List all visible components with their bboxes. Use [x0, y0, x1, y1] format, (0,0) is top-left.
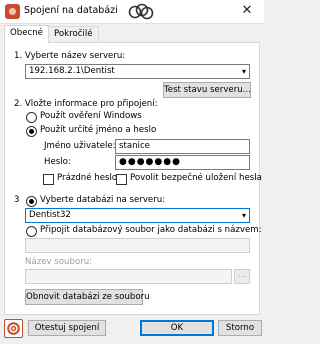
password-label: Heslo: — [44, 157, 71, 167]
server-step-label: 1. Vyberte název serveru: — [14, 51, 126, 61]
ok-button[interactable]: OK — [140, 320, 214, 336]
login-step-label: 2. Vložte informace pro připojení: — [14, 99, 158, 109]
server-combo[interactable]: 192.168.2.1\Dentist ▾ — [25, 64, 250, 79]
username-value: stanice — [119, 141, 150, 151]
radio-windows-auth-label: Použít ověření Windows — [40, 111, 142, 121]
tab-panel-general: 1. Vyberte název serveru: 192.168.2.1\De… — [4, 42, 262, 315]
save-password-checkbox[interactable] — [116, 174, 127, 185]
radio-password-auth[interactable] — [26, 126, 37, 137]
title-bar: Spojení na databázi ✕ — [0, 0, 264, 24]
radio-windows-auth[interactable] — [26, 112, 37, 123]
password-mask: ●●●●●●● — [119, 157, 181, 167]
radio-server-database[interactable] — [26, 196, 37, 207]
radio-attach-file[interactable] — [26, 226, 37, 237]
tab-advanced[interactable]: Pokročilé — [48, 26, 99, 42]
test-server-button[interactable]: Test stavu serveru... — [163, 82, 251, 98]
radio-server-database-label: Vyberte databázi na serveru: — [40, 195, 166, 205]
database-step-number: 3 — [14, 195, 20, 205]
restore-database-button[interactable]: Obnovit databázi ze souboru — [25, 289, 150, 305]
password-field[interactable]: ●●●●●●● — [115, 155, 250, 170]
file-name-label: Název souboru: — [25, 257, 93, 267]
empty-password-checkbox[interactable] — [43, 174, 54, 185]
database-combo[interactable]: Dentist32 ▾ — [25, 208, 250, 223]
database-combo-value: Dentist32 — [29, 210, 71, 220]
radio-attach-file-label: Připojit databázový soubor jako databázi… — [40, 225, 262, 235]
lifebuoy-icon — [7, 322, 20, 335]
chevron-down-icon: ▾ — [241, 67, 246, 76]
test-connection-button[interactable]: Otestuj spojení — [28, 320, 106, 336]
save-password-label: Povolit bezpečné uložení hesla — [130, 173, 262, 183]
server-combo-value: 192.168.2.1\Dentist — [29, 66, 115, 76]
database-logo-icon — [128, 3, 154, 20]
connection-dialog: Spojení na databázi ✕ Obecné Pokročilé 1… — [0, 0, 264, 344]
radio-password-auth-label: Použít určité jméno a heslo — [40, 125, 157, 135]
username-field[interactable]: stanice — [115, 139, 250, 154]
help-button[interactable] — [4, 319, 23, 338]
tab-general[interactable]: Obecné — [4, 25, 49, 43]
file-name-field[interactable] — [25, 269, 232, 284]
empty-password-label: Prázdné heslo — [57, 173, 118, 183]
attach-database-name-field[interactable] — [25, 238, 250, 253]
window-title: Spojení na databázi — [24, 5, 118, 16]
close-button[interactable]: ✕ — [230, 0, 264, 23]
username-label: Jméno uživatele: — [44, 141, 116, 151]
browse-file-button[interactable]: ... — [234, 269, 250, 284]
cancel-button[interactable]: Storno — [218, 320, 262, 336]
chevron-down-icon: ▾ — [241, 211, 246, 220]
app-icon — [5, 4, 20, 19]
